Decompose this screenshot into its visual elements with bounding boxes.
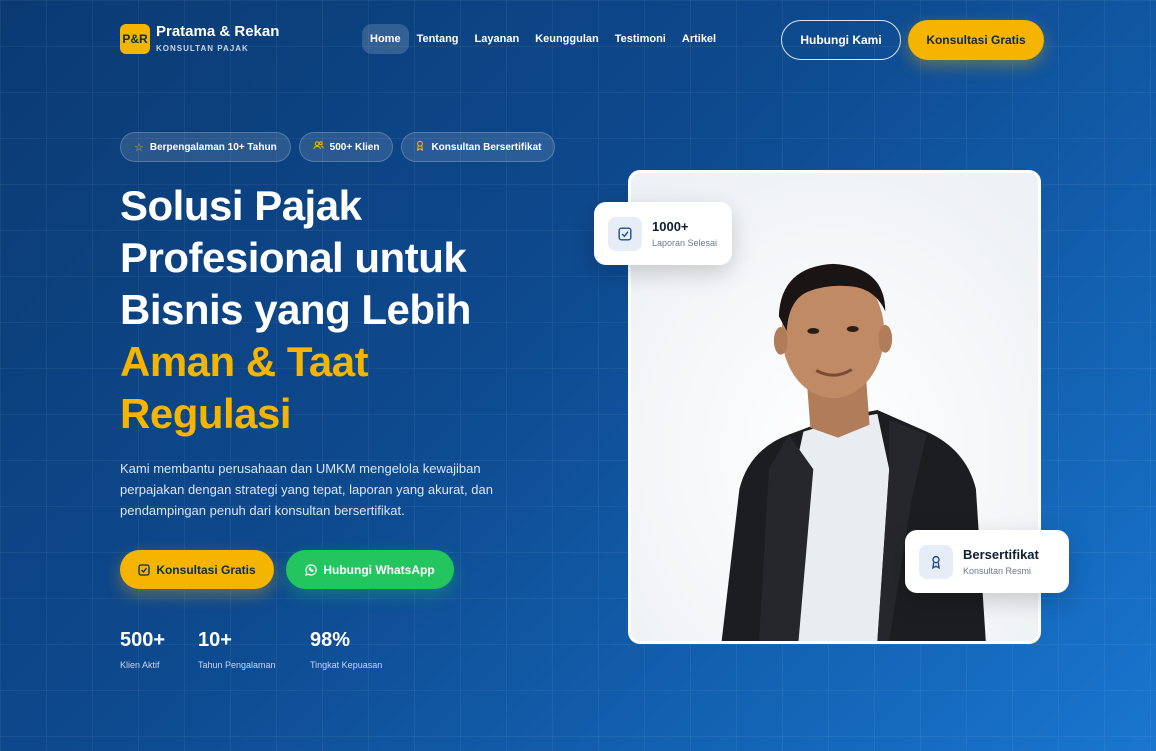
- certified-title: Bersertifikat: [963, 547, 1039, 562]
- stat-satisfaction: 98% Tingkat Kepuasan: [310, 628, 382, 670]
- badge-clients-label: 500+ Klien: [329, 141, 380, 153]
- certified-label: Konsultan Resmi: [963, 566, 1032, 576]
- badge-experience-label: Berpengalaman 10+ Tahun: [149, 141, 277, 153]
- stat-satisfaction-label: Tingkat Kepuasan: [310, 660, 383, 670]
- navbar: P&R Pratama & Rekan KONSULTAN PAJAK Home…: [0, 0, 1156, 80]
- stat-clients-label: Klien Aktif: [120, 660, 160, 670]
- award-icon: [415, 140, 425, 154]
- hero-cta-row: Konsultasi Gratis Hubungi WhatsApp: [120, 550, 454, 589]
- users-icon: [313, 140, 324, 154]
- badge-certified: Konsultan Bersertifikat: [401, 132, 556, 162]
- main-menu: Home Tentang Layanan Keunggulan Testimon…: [362, 24, 724, 54]
- nav-home[interactable]: Home: [362, 24, 409, 54]
- hero-description: Kami membantu perusahaan dan UMKM mengel…: [120, 461, 493, 518]
- whatsapp-icon: [305, 563, 318, 576]
- certified-card: Bersertifikat Konsultan Resmi: [905, 530, 1069, 593]
- stat-clients-value: 500+: [120, 629, 166, 651]
- award-icon: [919, 544, 953, 579]
- whatsapp-label: Hubungi WhatsApp: [323, 562, 435, 577]
- hero-consult-label: Konsultasi Gratis: [156, 562, 256, 577]
- hero-title-highlight1: Aman & Taat: [120, 338, 369, 385]
- nav-keunggulan[interactable]: Keunggulan: [527, 24, 607, 54]
- nav-tentang[interactable]: Tentang: [409, 24, 467, 54]
- whatsapp-button[interactable]: Hubungi WhatsApp: [286, 550, 454, 589]
- badge-experience: ☆ Berpengalaman 10+ Tahun: [120, 132, 291, 162]
- nav-layanan[interactable]: Layanan: [467, 24, 528, 54]
- hero-title-highlight2: Regulasi: [120, 390, 292, 437]
- stat-satisfaction-value: 98%: [310, 629, 351, 651]
- badge-certified-label: Konsultan Bersertifikat: [431, 141, 542, 153]
- check-square-icon: [138, 563, 150, 576]
- stat-years-value: 10+: [198, 629, 232, 651]
- check-square-icon: [608, 216, 642, 251]
- hero-title-line3: Bisnis yang Lebih: [120, 286, 471, 333]
- reports-value: 1000+: [652, 219, 689, 234]
- hero-badges: ☆ Berpengalaman 10+ Tahun 500+ Klien Kon…: [120, 132, 556, 162]
- hero-title-line1: Solusi Pajak: [120, 182, 362, 229]
- stat-clients: 500+ Klien Aktif: [120, 628, 172, 670]
- reports-label: Laporan Selesai: [652, 238, 718, 248]
- hero-stats: 500+ Klien Aktif 10+ Tahun Pengalaman 98…: [120, 628, 408, 670]
- reports-stat-card: 1000+ Laporan Selesai: [594, 202, 732, 265]
- star-icon: ☆: [134, 141, 144, 154]
- stat-years-label: Tahun Pengalaman: [198, 660, 276, 670]
- nav-artikel[interactable]: Artikel: [674, 24, 724, 54]
- logo-mark[interactable]: P&R: [120, 24, 150, 54]
- brand-tagline: KONSULTAN PAJAK: [156, 44, 249, 53]
- brand-name[interactable]: Pratama & Rekan: [156, 23, 279, 40]
- hero-consult-button[interactable]: Konsultasi Gratis: [120, 550, 274, 589]
- hero-title: Solusi Pajak Profesional untuk Bisnis ya…: [120, 180, 540, 440]
- nav-testimoni[interactable]: Testimoni: [607, 24, 674, 54]
- stat-years: 10+ Tahun Pengalaman: [198, 628, 284, 670]
- badge-clients: 500+ Klien: [298, 132, 394, 162]
- hero-title-line2: Profesional untuk: [120, 234, 467, 281]
- nav-consult-button[interactable]: Konsultasi Gratis: [908, 20, 1044, 60]
- contact-button[interactable]: Hubungi Kami: [781, 20, 901, 60]
